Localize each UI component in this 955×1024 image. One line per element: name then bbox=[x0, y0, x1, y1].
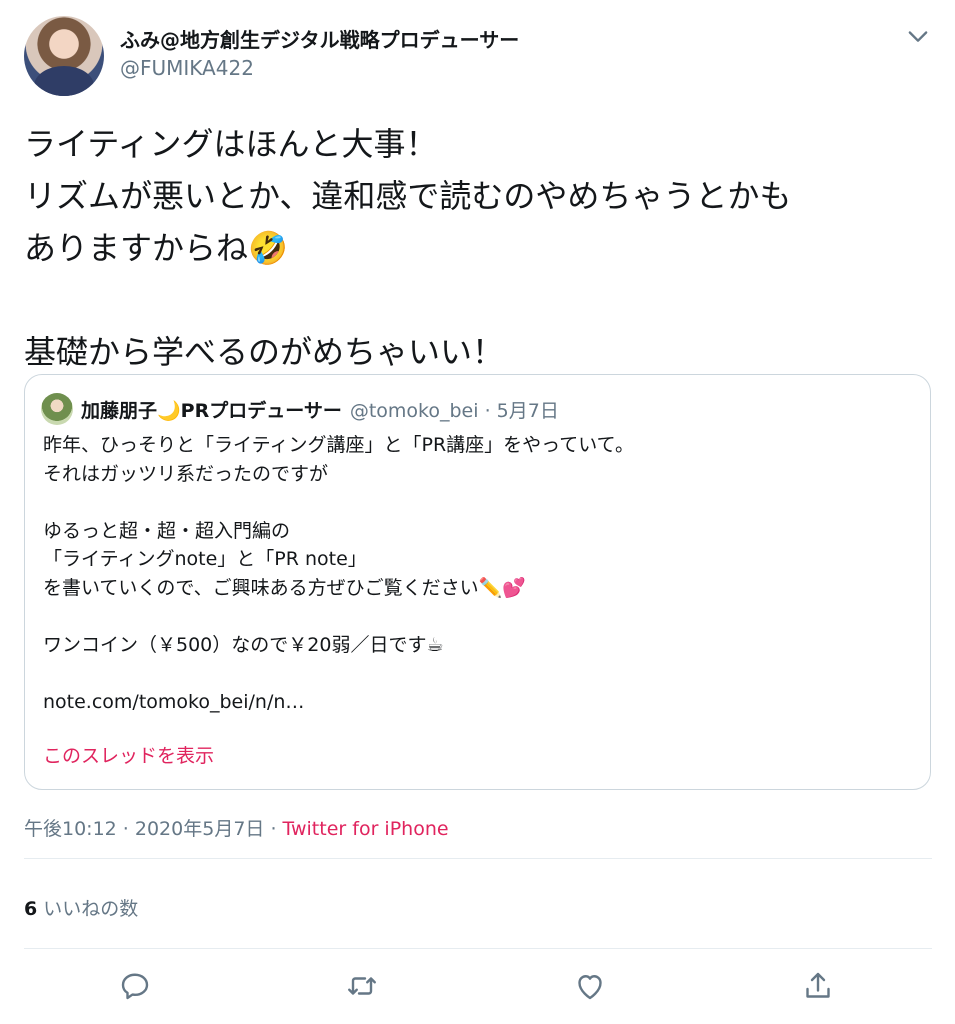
reply-icon[interactable] bbox=[117, 968, 153, 1004]
likes-label: いいねの数 bbox=[43, 898, 139, 920]
tweet-source-link[interactable]: Twitter for iPhone bbox=[283, 818, 449, 840]
avatar[interactable] bbox=[24, 16, 104, 96]
author-handle[interactable]: @FUMIKA422 bbox=[120, 56, 254, 80]
show-thread-link[interactable]: このスレッドを表示 bbox=[43, 741, 214, 768]
divider bbox=[24, 858, 932, 859]
quoted-tweet-text: 昨年、ひっそりと「ライティング講座」と「PR講座」をやっていて。 それはガッツリ… bbox=[43, 434, 635, 713]
tweet-header: ふみ@地方創生デジタル戦略プロデューサー @FUMIKA422 bbox=[24, 14, 936, 98]
author-display-name[interactable]: ふみ@地方創生デジタル戦略プロデューサー bbox=[120, 24, 519, 53]
chevron-down-icon[interactable] bbox=[904, 22, 932, 50]
quoted-tweet[interactable]: 加藤朋子🌙PRプロデューサー @tomoko_bei · 5月7日 昨年、ひっそ… bbox=[24, 374, 931, 790]
quoted-display-name: 加藤朋子🌙PRプロデューサー bbox=[81, 399, 342, 422]
share-icon[interactable] bbox=[800, 968, 836, 1004]
retweet-icon[interactable] bbox=[344, 968, 380, 1004]
tweet-text: ライティングはほんと大事！ リズムが悪いとか、違和感で読むのやめちゃうとかも あ… bbox=[24, 125, 792, 371]
likes-number: 6 bbox=[24, 898, 38, 920]
quoted-tweet-header: 加藤朋子🌙PRプロデューサー @tomoko_bei · 5月7日 bbox=[41, 393, 559, 425]
likes-count[interactable]: 6 いいねの数 bbox=[24, 894, 138, 921]
tweet-timestamp[interactable]: 午後10:12 · 2020年5月7日 · bbox=[24, 818, 283, 840]
quoted-avatar bbox=[41, 393, 73, 425]
quoted-handle-date: @tomoko_bei · 5月7日 bbox=[349, 399, 559, 422]
action-bar bbox=[24, 960, 932, 1016]
like-icon[interactable] bbox=[572, 968, 608, 1004]
divider bbox=[24, 948, 932, 949]
tweet-meta: 午後10:12 · 2020年5月7日 · Twitter for iPhone bbox=[24, 814, 449, 841]
